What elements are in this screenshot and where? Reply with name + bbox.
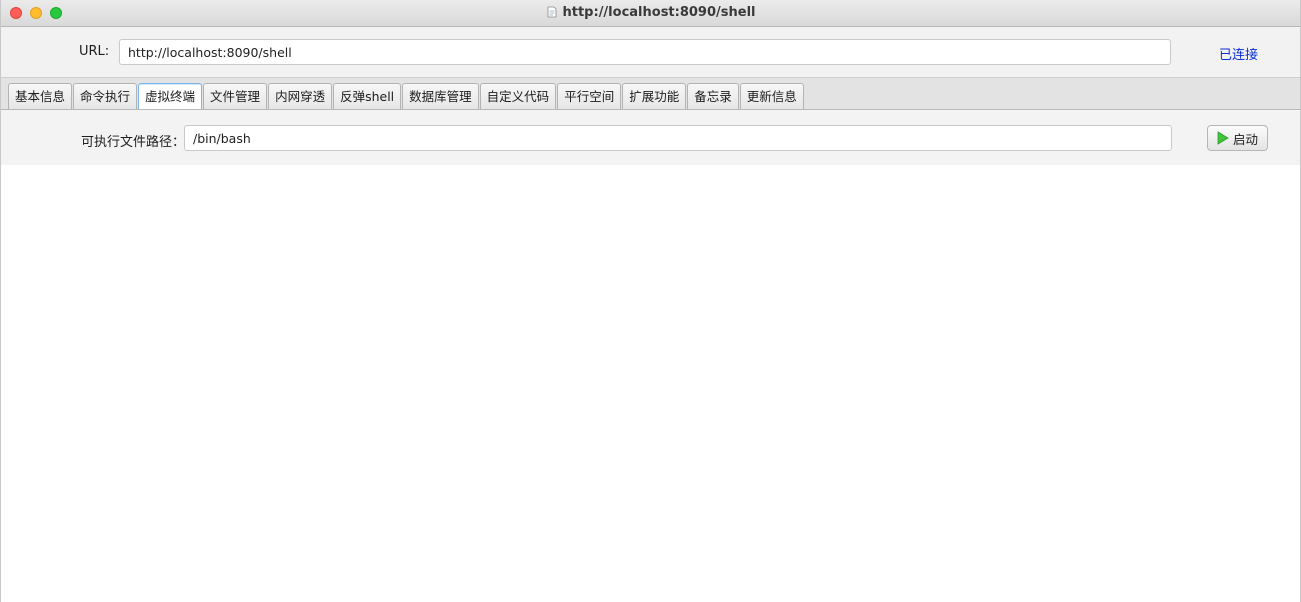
url-input[interactable] <box>119 39 1171 65</box>
tab-command-exec[interactable]: 命令执行 <box>73 83 138 109</box>
tab-file-manager[interactable]: 文件管理 <box>203 83 268 109</box>
terminal-output-area[interactable] <box>1 165 1300 602</box>
tab-bar: 基本信息 命令执行 虚拟终端 文件管理 内网穿透 反弹shell 数据库管理 自… <box>1 77 1300 110</box>
tab-reverse-shell[interactable]: 反弹shell <box>333 83 402 109</box>
executable-path-input[interactable] <box>184 125 1172 151</box>
executable-path-label: 可执行文件路径： <box>81 135 186 150</box>
tab-database-manager[interactable]: 数据库管理 <box>402 83 479 109</box>
tab-memo[interactable]: 备忘录 <box>687 83 739 109</box>
tab-list: 基本信息 命令执行 虚拟终端 文件管理 内网穿透 反弹shell 数据库管理 自… <box>8 83 805 109</box>
tab-update-info[interactable]: 更新信息 <box>739 83 804 109</box>
tab-parallel-space[interactable]: 平行空间 <box>557 83 622 109</box>
url-bar: URL: 已连接 <box>1 27 1300 77</box>
tab-intranet-tunnel[interactable]: 内网穿透 <box>268 83 333 109</box>
url-label: URL: <box>79 44 110 59</box>
tab-extensions[interactable]: 扩展功能 <box>622 83 687 109</box>
app-window: http://localhost:8090/shell URL: 已连接 基本信… <box>0 0 1301 602</box>
tab-basic-info[interactable]: 基本信息 <box>8 83 73 109</box>
title-bar[interactable]: http://localhost:8090/shell <box>1 0 1300 27</box>
connection-status: 已连接 <box>1219 48 1259 63</box>
window-title-container: http://localhost:8090/shell <box>1 0 1300 26</box>
tab-custom-code[interactable]: 自定义代码 <box>479 83 557 109</box>
start-button[interactable]: 启动 <box>1207 125 1268 151</box>
window-title: http://localhost:8090/shell <box>562 5 756 20</box>
start-button-label: 启动 <box>1232 131 1258 147</box>
terminal-toolbar: 可执行文件路径： 启动 <box>1 110 1300 165</box>
play-icon <box>1217 131 1229 145</box>
document-icon <box>546 2 558 18</box>
tab-virtual-terminal[interactable]: 虚拟终端 <box>138 83 203 109</box>
